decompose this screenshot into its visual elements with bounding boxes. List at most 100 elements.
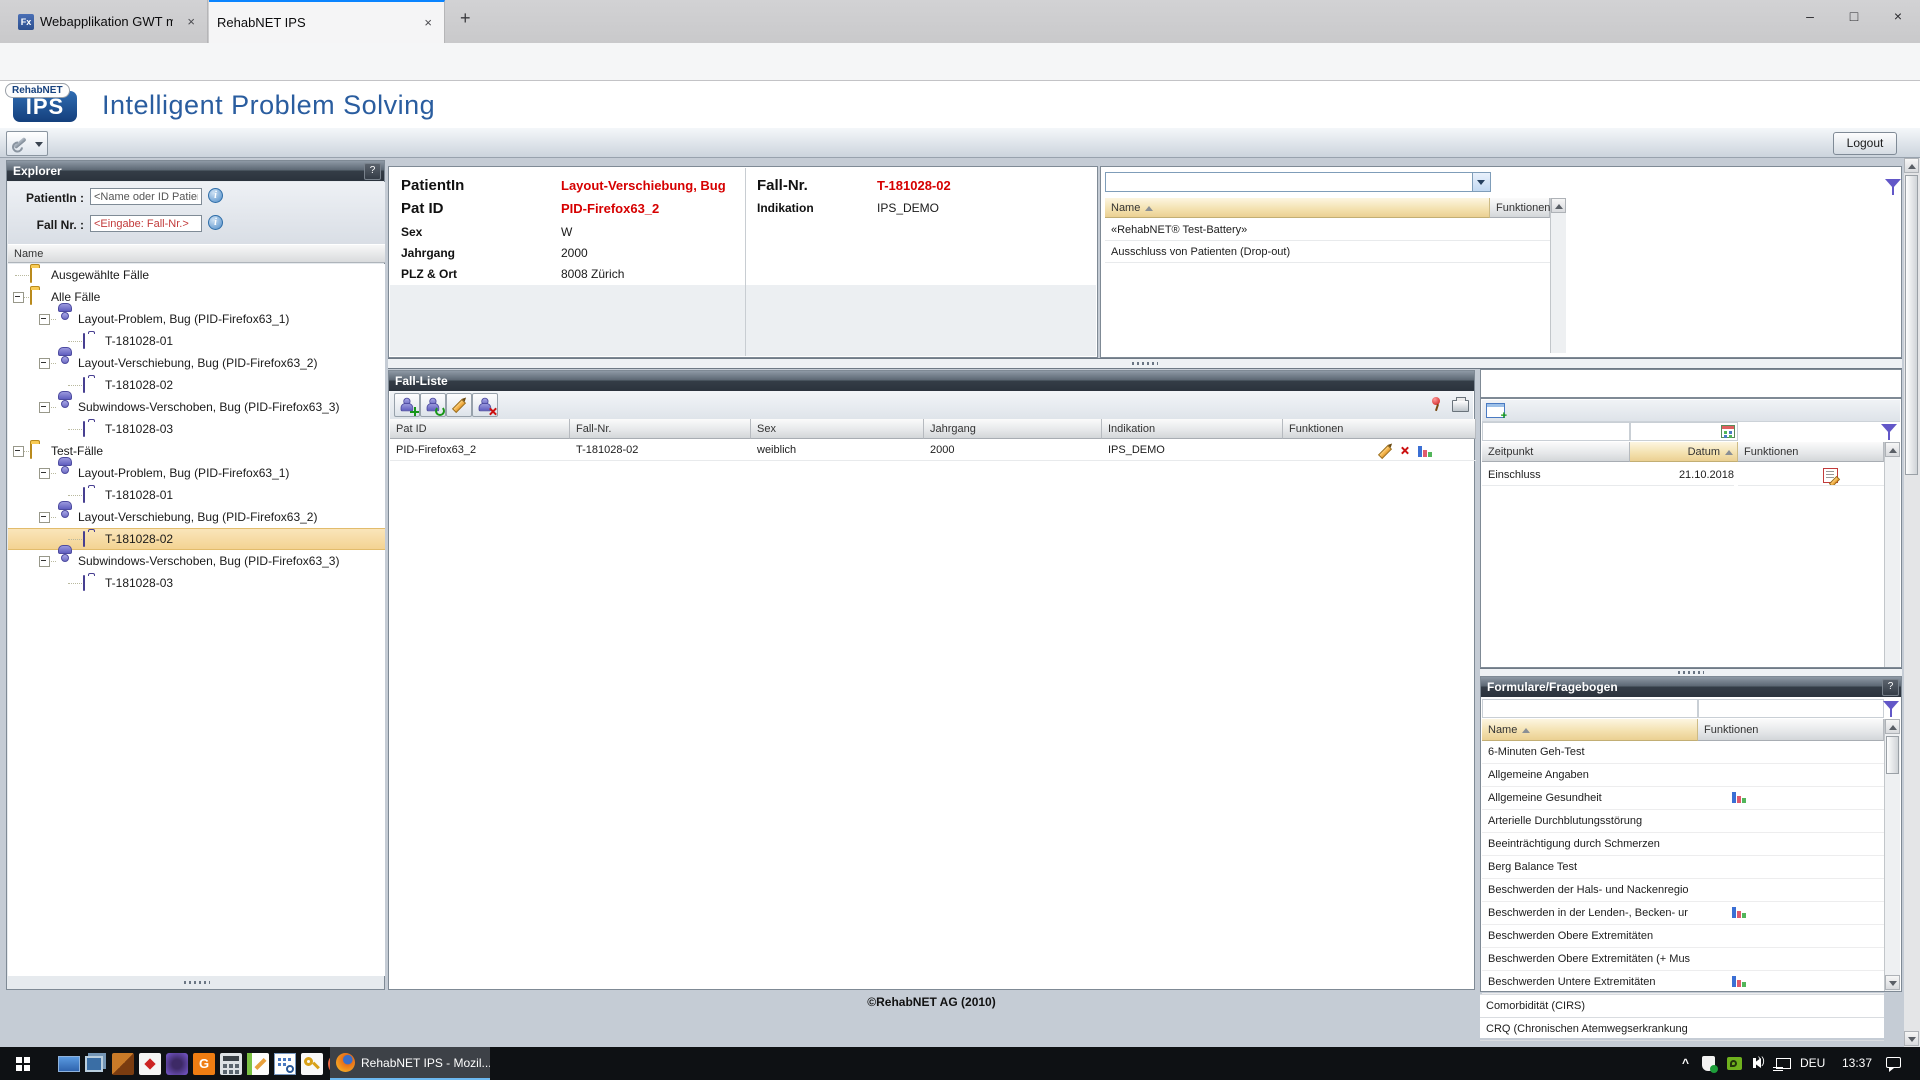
formulare-funktionen-filter-input[interactable] [1698,699,1884,718]
tree-row[interactable]: Layout-Verschiebung, Bug (PID-Firefox63_… [8,506,385,528]
battery-name-header[interactable]: Name [1105,198,1490,218]
fall-info-icon[interactable]: i [208,215,223,230]
tree-row[interactable]: Layout-Problem, Bug (PID-Firefox63_1) [8,308,385,330]
taskbar-icon-gtile[interactable]: G [193,1053,215,1075]
delete-icon[interactable] [1398,443,1412,457]
datum-filter-input[interactable] [1630,422,1738,441]
formulare-row[interactable]: Allgemeine Angaben [1482,764,1884,787]
splitter-grip[interactable] [1678,671,1704,674]
formulare-row[interactable]: 6-Minuten Geh-Test [1482,741,1884,764]
assign-timepoint-button[interactable] [1486,403,1505,418]
tree-collapse-toggle[interactable] [39,314,50,325]
calendar-icon[interactable] [1721,425,1735,438]
formulare-name-filter-input[interactable] [1482,699,1698,718]
chart-icon[interactable] [1732,976,1746,987]
start-button[interactable] [0,1047,46,1080]
new-tab-button[interactable]: + [452,8,479,29]
tree-row[interactable]: Subwindows-Verschoben, Bug (PID-Firefox6… [8,550,385,572]
formulare-row[interactable]: Beeinträchtigung durch Schmerzen [1482,833,1884,856]
zeitpunkt-cell[interactable]: Einschluss [1482,464,1630,486]
notepad-icon[interactable] [1823,468,1838,483]
tree-collapse-toggle[interactable] [39,556,50,567]
taskbar-icon-charmap[interactable] [274,1053,296,1075]
fall-column-header[interactable]: Jahrgang [924,419,1102,439]
tree-row[interactable]: Subwindows-Verschoben, Bug (PID-Firefox6… [8,396,385,418]
formulare-row[interactable]: Beschwerden der Hals- und Nackenregio [1482,879,1884,902]
pin-icon[interactable] [1430,397,1442,412]
explorer-help-button[interactable]: ? [364,163,381,180]
add-case-button[interactable] [394,393,420,417]
formulare-row[interactable]: Beschwerden in der Lenden-, Becken- ur [1482,902,1884,925]
combobox-dropdown-button[interactable] [1472,173,1490,191]
taskbar-icon-keyfinder[interactable] [301,1053,323,1075]
taskbar-icon-notepad[interactable] [247,1053,269,1075]
tree-row[interactable]: Layout-Problem, Bug (PID-Firefox63_1) [8,462,385,484]
fall-column-header[interactable]: Funktionen [1283,419,1476,439]
fall-cell[interactable]: weiblich [751,439,924,461]
fall-search-input[interactable] [90,215,202,232]
battery-scrollbar[interactable] [1550,198,1566,353]
formulare-name-header[interactable]: Name [1482,719,1698,741]
formulare-row[interactable]: CRQ (Chronischen Atemwegserkrankung [1480,1018,1884,1041]
taskbar-icon-calculator[interactable] [220,1053,242,1075]
edit-case-button[interactable] [446,393,472,417]
patient-search-input[interactable] [90,188,202,205]
battery-combobox[interactable] [1105,172,1491,192]
tree-row[interactable]: Layout-Verschiebung, Bug (PID-Firefox63_… [8,352,385,374]
formulare-scrollbar[interactable] [1884,719,1900,991]
datum-cell[interactable]: 21.10.2018 [1630,464,1734,486]
formulare-row[interactable]: Allgemeine Gesundheit [1482,787,1884,810]
edit-icon[interactable] [1378,443,1392,457]
chart-icon[interactable] [1418,446,1432,457]
action-center-icon[interactable] [1886,1057,1901,1068]
zeitpunkt-col-header[interactable]: Zeitpunkt [1482,442,1630,462]
fall-column-header[interactable]: Sex [751,419,924,439]
keyboard-language[interactable]: DEU [1800,1047,1825,1080]
taskbar-icon-cascade[interactable] [85,1056,103,1072]
taskbar-icon-monitor[interactable] [58,1056,80,1072]
zeitpunkt-filter-icon[interactable] [1881,424,1897,433]
page-scrollbar[interactable] [1904,158,1920,1047]
fall-column-header[interactable]: Fall-Nr. [570,419,751,439]
volume-icon[interactable] [1754,1058,1761,1068]
nvidia-icon[interactable] [1727,1057,1742,1070]
fall-column-header[interactable]: Pat ID [390,419,570,439]
taskbar-active-task[interactable]: RehabNET IPS - Mozil... [330,1047,490,1080]
formulare-filter-icon[interactable] [1883,701,1899,710]
reload-case-button[interactable] [420,393,446,417]
battery-row[interactable]: Ausschluss von Patienten (Drop-out) [1105,241,1550,263]
fall-column-header[interactable]: Indikation [1102,419,1283,439]
fall-cell[interactable]: 2000 [924,439,1102,461]
formulare-row[interactable]: Beschwerden Obere Extremitäten [1482,925,1884,948]
taskbar-icon-spider[interactable] [166,1053,188,1075]
tree-column-header[interactable]: Name [8,244,385,263]
splitter-grip[interactable] [1132,362,1158,365]
formulare-row[interactable]: Arterielle Durchblutungsstörung [1482,810,1884,833]
zeitpunkt-funktionen-header[interactable]: Funktionen [1738,442,1884,462]
window-close-button[interactable]: × [1876,0,1920,32]
tree-collapse-toggle[interactable] [13,446,24,457]
settings-wrench-button[interactable] [6,131,48,156]
tree-collapse-toggle[interactable] [39,468,50,479]
tree-collapse-toggle[interactable] [39,358,50,369]
window-maximize-button[interactable]: □ [1832,0,1876,32]
print-icon[interactable] [1452,400,1469,412]
tree-row[interactable]: Ausgewählte Fälle [8,264,385,286]
tree-row[interactable]: T-181028-03 [8,418,385,440]
battery-filter-icon[interactable] [1885,179,1901,188]
patient-info-icon[interactable]: i [208,188,223,203]
chart-icon[interactable] [1732,792,1746,803]
battery-funktionen-header[interactable]: Funktionen [1490,198,1550,218]
chart-icon[interactable] [1732,907,1746,918]
formulare-row[interactable]: Beschwerden Obere Extremitäten (+ Mus [1482,948,1884,971]
tab-close-icon[interactable]: × [183,13,199,30]
tree-collapse-toggle[interactable] [13,292,24,303]
horizontal-splitter[interactable] [388,358,1902,369]
tray-expand-chevron[interactable]: ^ [1682,1047,1689,1080]
logout-button[interactable]: Logout [1833,132,1897,155]
zeitpunkt-scrollbar[interactable] [1884,442,1900,667]
taskbar-icon-solitaire[interactable] [139,1053,161,1075]
tree-row[interactable]: T-181028-03 [8,572,385,594]
window-minimize-button[interactable]: – [1788,0,1832,32]
taskbar-icon-freecell[interactable] [112,1053,134,1075]
